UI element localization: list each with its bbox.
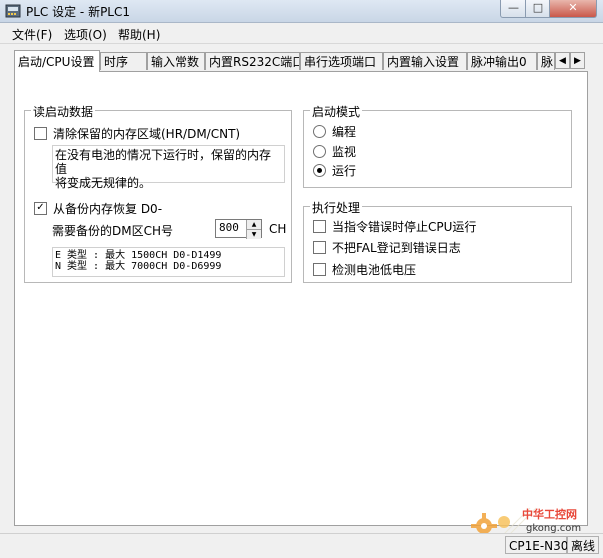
mode-monitor-radio-row[interactable]: 监视 (313, 143, 356, 160)
close-button[interactable]: ✕ (549, 0, 597, 18)
restore-backup-checkbox-row[interactable]: ✓ 从备份内存恢复 D0- (34, 200, 162, 217)
startup-mode-group: 启动模式 编程 监视 运行 (303, 103, 572, 188)
tab-timing[interactable]: 时序 (100, 52, 147, 70)
tab-scroll-left-button[interactable]: ◀ (555, 52, 570, 69)
no-fal-log-checkbox-row[interactable]: 不把FAL登记到错误日志 (313, 239, 461, 256)
watermark-line1: 中华工控网 (522, 507, 577, 521)
mode-monitor-label: 监视 (332, 145, 357, 159)
stop-on-error-label: 当指令错误时停止CPU运行 (332, 220, 477, 234)
type-e-line: E 类型 : 最大 1500CH D0-D1499 (55, 250, 222, 261)
type-n-line: N 类型 : 最大 7000CH D0-D6999 (55, 261, 222, 272)
read-startup-group: 读启动数据 清除保留的内存区域(HR/DM/CNT) 在没有电池的情况下运行时，… (24, 103, 292, 283)
restore-backup-checkbox[interactable]: ✓ (34, 202, 47, 215)
tab-panel: 读启动数据 清除保留的内存区域(HR/DM/CNT) 在没有电池的情况下运行时，… (14, 71, 588, 526)
mode-run-label: 运行 (332, 164, 357, 178)
plc-app-icon (5, 4, 21, 18)
mode-run-radio[interactable] (313, 164, 326, 177)
menu-help[interactable]: 帮助(H) (118, 26, 160, 43)
no-fal-log-label: 不把FAL登记到错误日志 (332, 241, 461, 255)
tab-builtin-input[interactable]: 内置输入设置 (383, 52, 467, 70)
close-icon: ✕ (568, 1, 578, 14)
mode-program-label: 编程 (332, 125, 357, 139)
right-arrow-icon: ▶ (574, 56, 581, 66)
mode-program-radio-row[interactable]: 编程 (313, 123, 356, 140)
minimize-icon: — (508, 1, 519, 14)
tab-startup-cpu[interactable]: 启动/CPU设置 (14, 50, 100, 72)
execution-group: 执行处理 当指令错误时停止CPU运行 不把FAL登记到错误日志 检测电池低电压 (303, 199, 572, 283)
tab-scroll-right-button[interactable]: ▶ (570, 52, 585, 69)
stop-on-error-checkbox-row[interactable]: 当指令错误时停止CPU运行 (313, 218, 476, 235)
read-startup-title: 读启动数据 (31, 103, 96, 120)
menu-options[interactable]: 选项(O) (64, 26, 107, 43)
clear-retained-desc-line1: 在没有电池的情况下运行时，保留的内存值 (55, 148, 272, 176)
dm-count-label: 需要备份的DM区CH号 (52, 224, 173, 238)
stop-on-error-checkbox[interactable] (313, 220, 326, 233)
clear-retained-label: 清除保留的内存区域(HR/DM/CNT) (53, 127, 241, 141)
menu-bar: 文件(F) 选项(O) 帮助(H) (0, 23, 603, 44)
status-bar: CP1E-N30 离线 (0, 533, 603, 558)
clear-retained-desc-line2: 将变成无规律的。 (55, 176, 152, 190)
tab-rs232c-port[interactable]: 内置RS232C端口 (205, 52, 300, 70)
dm-count-spinner[interactable]: 800 ▲ ▼ (215, 219, 262, 239)
spin-down-icon[interactable]: ▼ (246, 229, 261, 239)
mode-monitor-radio[interactable] (313, 145, 326, 158)
maximize-icon: □ (532, 1, 544, 14)
memory-type-info: E 类型 : 最大 1500CH D0-D1499 N 类型 : 最大 7000… (52, 247, 285, 277)
clear-retained-checkbox-row[interactable]: 清除保留的内存区域(HR/DM/CNT) (34, 125, 240, 142)
mode-run-radio-row[interactable]: 运行 (313, 162, 356, 179)
tab-input-constants[interactable]: 输入常数 (147, 52, 205, 70)
status-connection: 离线 (567, 536, 599, 554)
status-model: CP1E-N30 (505, 536, 568, 554)
clear-retained-checkbox[interactable] (34, 127, 47, 140)
no-fal-log-checkbox[interactable] (313, 241, 326, 254)
battery-low-label: 检测电池低电压 (332, 263, 417, 277)
left-arrow-icon: ◀ (559, 56, 566, 66)
menu-file[interactable]: 文件(F) (12, 26, 52, 43)
tab-pulse-output-0[interactable]: 脉冲输出0 (467, 52, 537, 70)
title-bar[interactable]: PLC 设定 - 新PLC1 — □ ✕ (0, 0, 603, 23)
dm-count-value[interactable]: 800 (219, 221, 239, 234)
execution-title: 执行处理 (310, 199, 363, 216)
maximize-button[interactable]: □ (525, 0, 551, 18)
startup-mode-title: 启动模式 (310, 103, 363, 120)
clear-retained-description: 在没有电池的情况下运行时，保留的内存值 将变成无规律的。 (52, 145, 285, 190)
dm-count-unit: CH (269, 222, 287, 236)
tab-pulse-truncated[interactable]: 脉 (537, 52, 555, 70)
restore-backup-label: 从备份内存恢复 D0- (53, 202, 163, 216)
battery-low-checkbox[interactable] (313, 263, 326, 276)
spin-up-icon[interactable]: ▲ (246, 220, 261, 229)
battery-low-checkbox-row[interactable]: 检测电池低电压 (313, 261, 416, 278)
tab-strip: 启动/CPU设置 时序 输入常数 内置RS232C端口 串行选项端口 内置输入设… (14, 50, 586, 72)
minimize-button[interactable]: — (500, 0, 527, 18)
window-title: PLC 设定 - 新PLC1 (26, 5, 131, 19)
tab-serial-option-port[interactable]: 串行选项端口 (300, 52, 383, 70)
mode-program-radio[interactable] (313, 125, 326, 138)
